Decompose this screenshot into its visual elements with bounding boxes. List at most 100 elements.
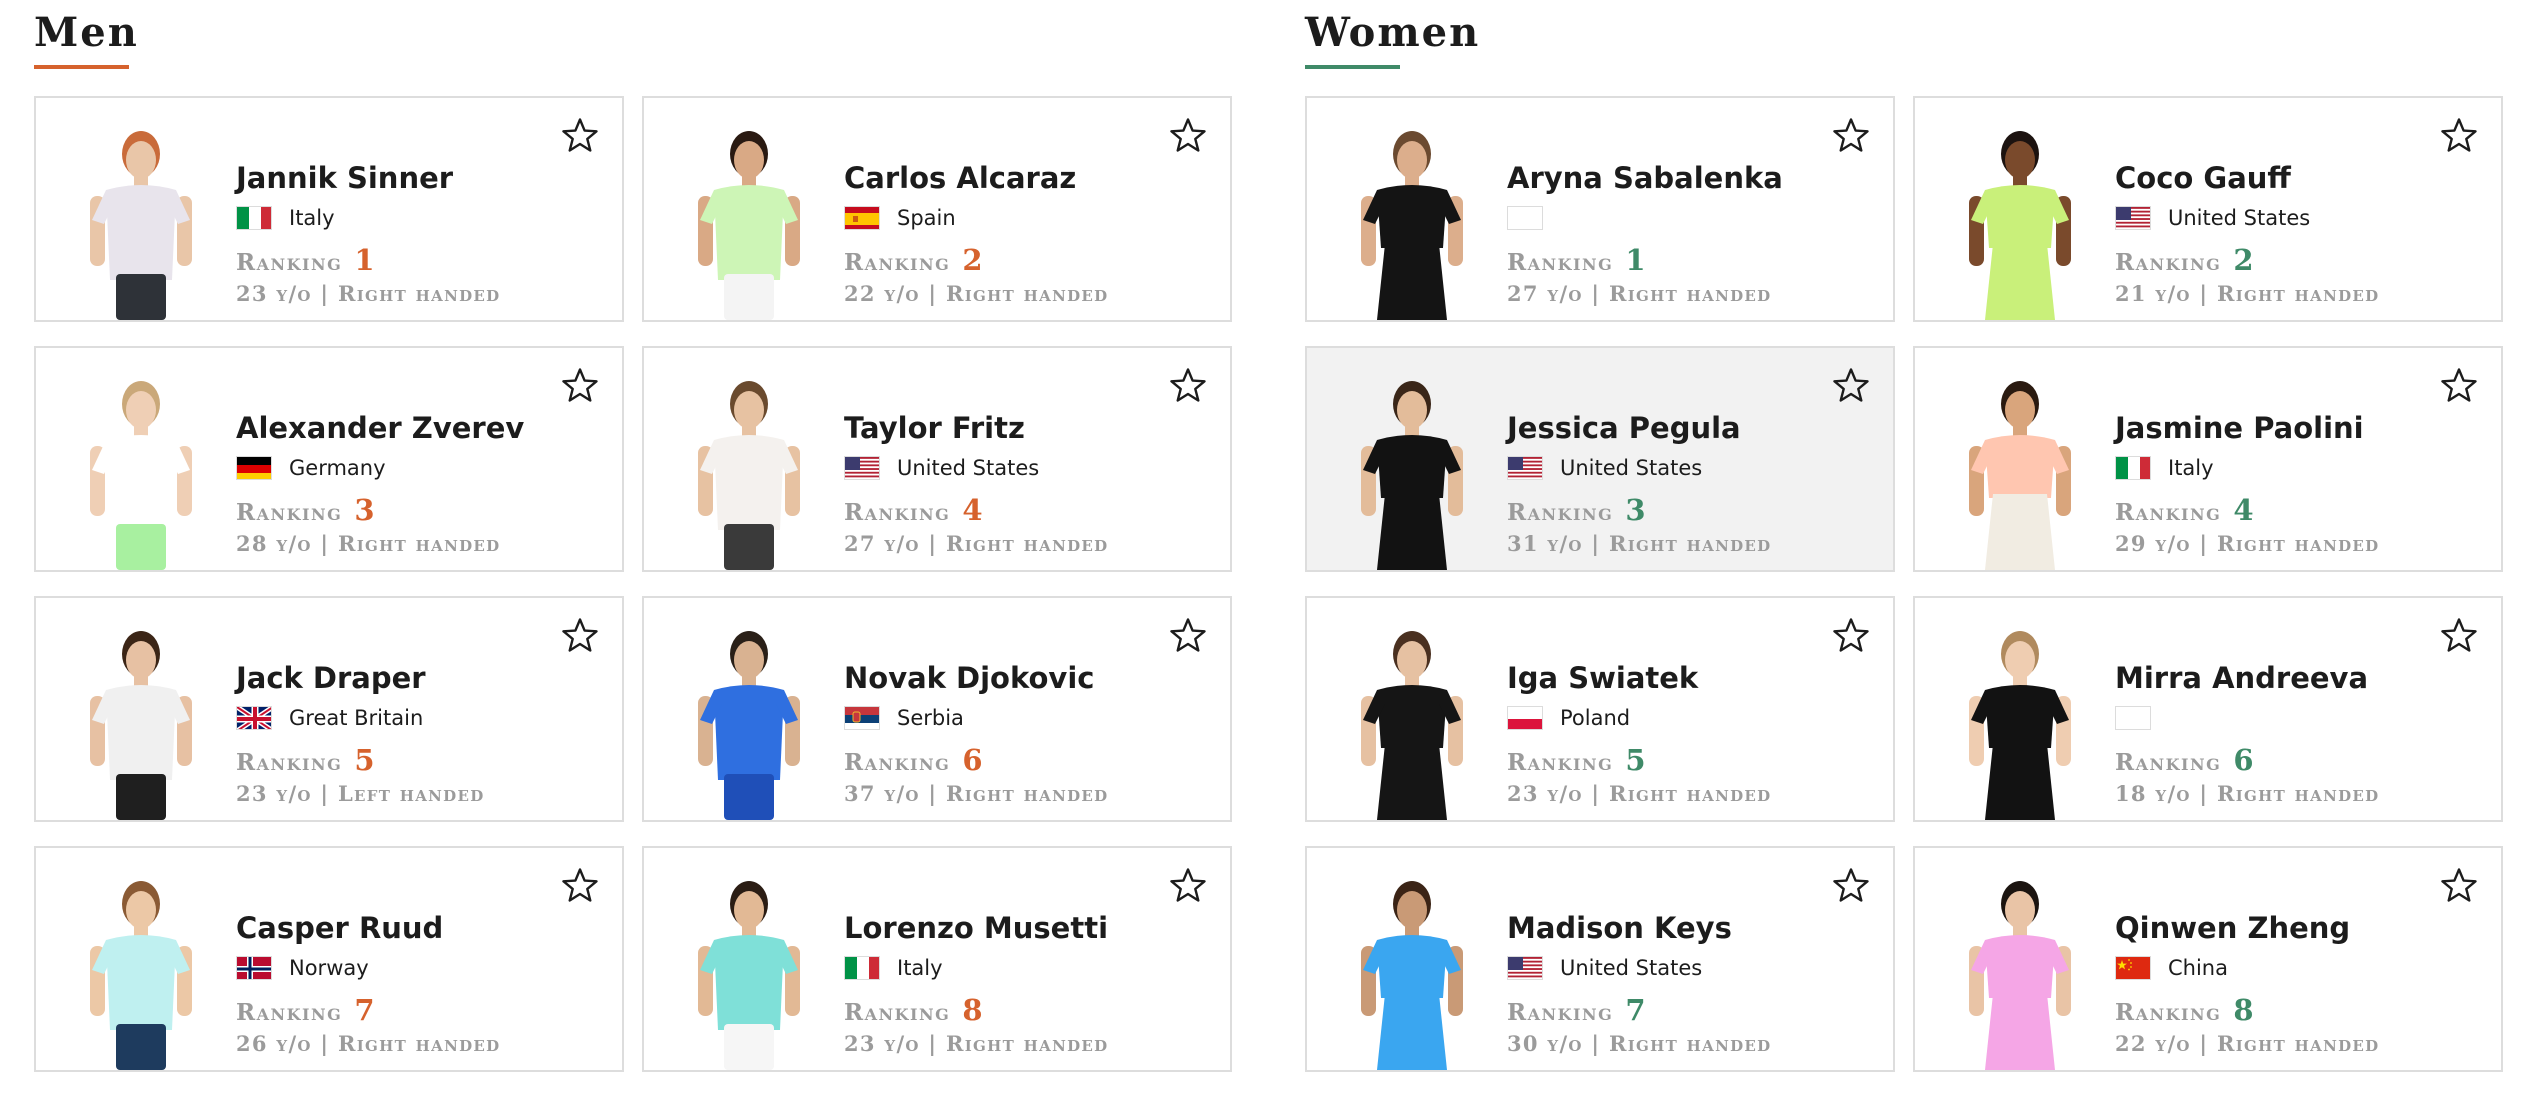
ranking-label: Ranking — [236, 249, 343, 276]
flag-it-icon — [2115, 456, 2151, 480]
player-card-alexander-zverev[interactable]: Alexander Zverev Germany Ranking 3 28 y/… — [34, 346, 624, 572]
player-name[interactable]: Jannik Sinner — [236, 160, 500, 196]
men-player-grid: Jannik Sinner Italy Ranking 1 23 y/o | R… — [34, 96, 1232, 1072]
player-card-mirra-andreeva[interactable]: Mirra Andreeva Ranking 6 18 y/o | Right … — [1913, 596, 2503, 822]
flag-us-icon — [2115, 206, 2151, 230]
men-section: Men Jannik Sinner Italy Ranking 1 23 y/o… — [34, 0, 1261, 1072]
player-card-madison-keys[interactable]: Madison Keys United States Ranking 7 30 … — [1305, 846, 1895, 1072]
favorite-star-icon[interactable] — [1168, 616, 1208, 656]
flag-us-icon — [844, 456, 880, 480]
favorite-star-icon[interactable] — [1168, 116, 1208, 156]
player-country: United States — [2115, 204, 2379, 232]
country-name: Spain — [897, 206, 956, 230]
player-country: Norway — [236, 954, 500, 982]
player-info: Carlos Alcaraz Spain Ranking 2 22 y/o | … — [844, 160, 1108, 306]
player-name[interactable]: Lorenzo Musetti — [844, 910, 1108, 946]
player-info: Novak Djokovic Serbia Ranking 6 37 y/o |… — [844, 660, 1108, 806]
player-card-taylor-fritz[interactable]: Taylor Fritz United States Ranking 4 27 … — [642, 346, 1232, 572]
player-ranking: Ranking 4 — [2115, 493, 2379, 527]
player-details: 26 y/o | Right handed — [236, 1031, 501, 1056]
player-name[interactable]: Jessica Pegula — [1507, 410, 1771, 446]
player-card-casper-ruud[interactable]: Casper Ruud Norway Ranking 7 26 y/o | Ri… — [34, 846, 624, 1072]
player-details: 21 y/o | Right handed — [2115, 281, 2380, 306]
player-card-jack-draper[interactable]: Jack Draper Great Britain Ranking 5 23 y… — [34, 596, 624, 822]
women-section: Women Aryna Sabalenka Ranking 1 27 y/o | — [1305, 0, 2532, 1072]
player-info: Mirra Andreeva Ranking 6 18 y/o | Right … — [2115, 660, 2379, 806]
player-details: 30 y/o | Right handed — [1507, 1031, 1772, 1056]
player-photo — [684, 874, 814, 1070]
country-name: Serbia — [897, 706, 964, 730]
ranking-label: Ranking — [2115, 999, 2222, 1026]
player-card-coco-gauff[interactable]: Coco Gauff United States Ranking 2 21 y/… — [1913, 96, 2503, 322]
favorite-star-icon[interactable] — [560, 116, 600, 156]
player-name[interactable]: Casper Ruud — [236, 910, 500, 946]
ranking-value: 6 — [2233, 743, 2254, 777]
player-card-novak-djokovic[interactable]: Novak Djokovic Serbia Ranking 6 37 y/o |… — [642, 596, 1232, 822]
player-card-lorenzo-musetti[interactable]: Lorenzo Musetti Italy Ranking 8 23 y/o |… — [642, 846, 1232, 1072]
player-name[interactable]: Alexander Zverev — [236, 410, 524, 446]
ranking-value: 8 — [2233, 993, 2254, 1027]
ranking-label: Ranking — [1507, 999, 1614, 1026]
player-ranking: Ranking 4 — [844, 493, 1108, 527]
player-details: 23 y/o | Right handed — [236, 281, 501, 306]
player-card-qinwen-zheng[interactable]: Qinwen Zheng China Ranking 8 22 y/o | Ri… — [1913, 846, 2503, 1072]
player-details: 29 y/o | Right handed — [2115, 531, 2380, 556]
player-name[interactable]: Coco Gauff — [2115, 160, 2379, 196]
favorite-star-icon[interactable] — [560, 616, 600, 656]
country-name: Germany — [289, 456, 386, 480]
player-ranking: Ranking 8 — [844, 993, 1108, 1027]
player-name[interactable]: Mirra Andreeva — [2115, 660, 2379, 696]
player-country: Germany — [236, 454, 524, 482]
favorite-star-icon[interactable] — [1831, 366, 1871, 406]
player-country: United States — [1507, 454, 1771, 482]
country-name: United States — [1560, 456, 1703, 480]
player-name[interactable]: Jack Draper — [236, 660, 485, 696]
player-photo — [684, 624, 814, 820]
flag-it-icon — [236, 206, 272, 230]
ranking-value: 8 — [962, 993, 983, 1027]
player-ranking: Ranking 5 — [236, 743, 485, 777]
player-details: 22 y/o | Right handed — [844, 281, 1109, 306]
player-photo — [684, 124, 814, 320]
favorite-star-icon[interactable] — [560, 866, 600, 906]
player-card-jessica-pegula[interactable]: Jessica Pegula United States Ranking 3 3… — [1305, 346, 1895, 572]
favorite-star-icon[interactable] — [1831, 616, 1871, 656]
favorite-star-icon[interactable] — [1831, 866, 1871, 906]
country-name: Great Britain — [289, 706, 424, 730]
player-name[interactable]: Jasmine Paolini — [2115, 410, 2379, 446]
player-name[interactable]: Carlos Alcaraz — [844, 160, 1108, 196]
player-ranking: Ranking 2 — [844, 243, 1108, 277]
ranking-label: Ranking — [1507, 749, 1614, 776]
favorite-star-icon[interactable] — [1831, 116, 1871, 156]
player-ranking: Ranking 2 — [2115, 243, 2379, 277]
favorite-star-icon[interactable] — [2439, 366, 2479, 406]
player-name[interactable]: Iga Swiatek — [1507, 660, 1771, 696]
favorite-star-icon[interactable] — [2439, 616, 2479, 656]
player-card-carlos-alcaraz[interactable]: Carlos Alcaraz Spain Ranking 2 22 y/o | … — [642, 96, 1232, 322]
player-country — [2115, 704, 2379, 732]
player-name[interactable]: Qinwen Zheng — [2115, 910, 2379, 946]
ranking-label: Ranking — [236, 999, 343, 1026]
favorite-star-icon[interactable] — [560, 366, 600, 406]
country-name: Norway — [289, 956, 369, 980]
player-card-iga-swiatek[interactable]: Iga Swiatek Poland Ranking 5 23 y/o | Ri… — [1305, 596, 1895, 822]
flag-blank-icon — [1507, 206, 1543, 230]
player-info: Coco Gauff United States Ranking 2 21 y/… — [2115, 160, 2379, 306]
player-card-aryna-sabalenka[interactable]: Aryna Sabalenka Ranking 1 27 y/o | Right… — [1305, 96, 1895, 322]
player-info: Aryna Sabalenka Ranking 1 27 y/o | Right… — [1507, 160, 1783, 306]
player-name[interactable]: Novak Djokovic — [844, 660, 1108, 696]
player-name[interactable]: Madison Keys — [1507, 910, 1771, 946]
favorite-star-icon[interactable] — [2439, 866, 2479, 906]
favorite-star-icon[interactable] — [2439, 116, 2479, 156]
player-card-jasmine-paolini[interactable]: Jasmine Paolini Italy Ranking 4 29 y/o |… — [1913, 346, 2503, 572]
player-details: 31 y/o | Right handed — [1507, 531, 1772, 556]
section-title-men: Men — [34, 9, 139, 56]
player-name[interactable]: Aryna Sabalenka — [1507, 160, 1783, 196]
player-details: 27 y/o | Right handed — [844, 531, 1109, 556]
player-card-jannik-sinner[interactable]: Jannik Sinner Italy Ranking 1 23 y/o | R… — [34, 96, 624, 322]
favorite-star-icon[interactable] — [1168, 866, 1208, 906]
ranking-label: Ranking — [2115, 749, 2222, 776]
favorite-star-icon[interactable] — [1168, 366, 1208, 406]
flag-rs-icon — [844, 706, 880, 730]
player-name[interactable]: Taylor Fritz — [844, 410, 1108, 446]
